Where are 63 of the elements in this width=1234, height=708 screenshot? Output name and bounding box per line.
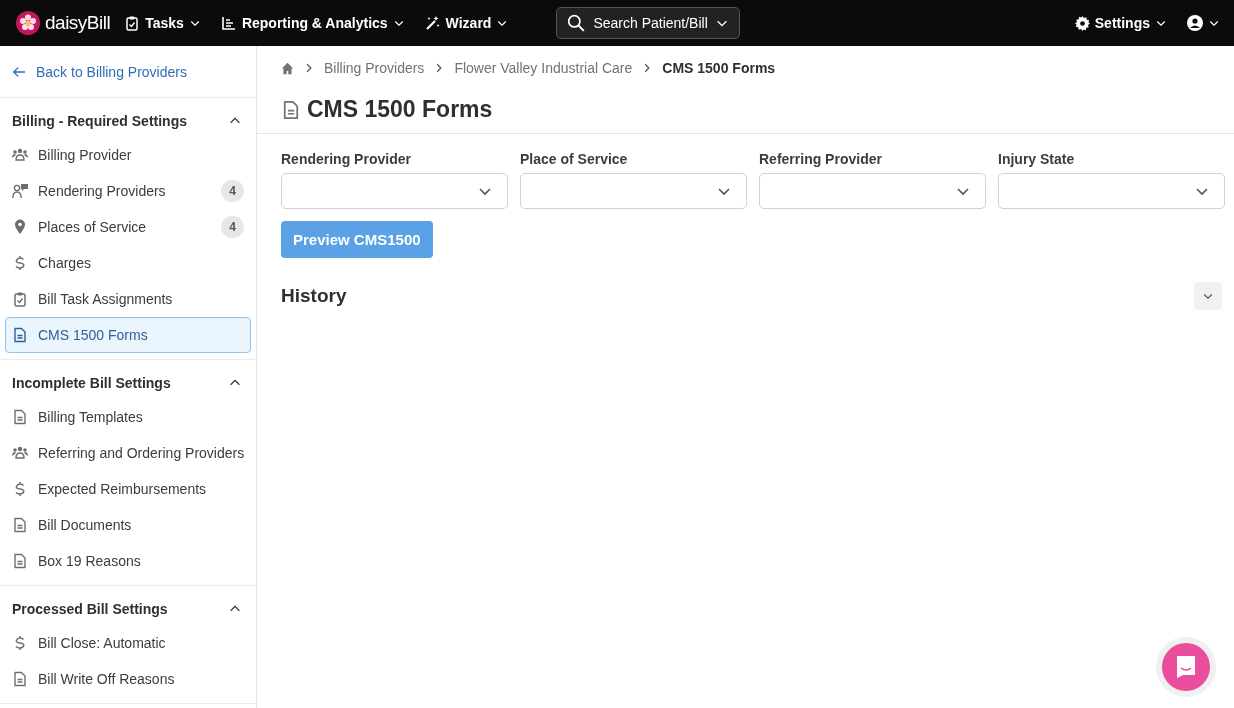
count-badge: 4 [221,180,244,202]
back-link[interactable]: Back to Billing Providers [0,46,256,98]
settings-menu[interactable]: Settings [1074,15,1167,31]
dropdown-field[interactable] [520,173,747,209]
sidebar-item[interactable]: Rendering Providers 4 [5,173,251,209]
count-badge: 4 [221,216,244,238]
sidebar-item[interactable]: Billing Templates [5,399,251,435]
document-icon [12,671,28,687]
document-icon [12,517,28,533]
chevron-right-icon [304,63,314,73]
section-header[interactable]: Incomplete Bill Settings [0,360,256,399]
field-label: Injury State [998,151,1076,167]
sidebar-item[interactable]: Places of Service 4 [5,209,251,245]
chat-bubble-icon [1175,655,1197,679]
field-label: Referring Provider [759,151,883,167]
map-pin-icon [12,219,28,235]
breadcrumb-current: CMS 1500 Forms [662,60,776,76]
nav-menu[interactable]: Reporting & Analytics [220,15,405,31]
field-label: Place of Service [520,151,629,167]
document-icon [12,553,28,569]
breadcrumb-link[interactable]: Flower Valley Industrial Care [454,60,633,76]
nav-menu[interactable]: Tasks [124,15,201,31]
magic-wand-icon [424,15,441,31]
page-title: CMS 1500 Forms [307,96,493,123]
arrow-left-icon [12,65,26,79]
expand-button[interactable] [1194,282,1222,310]
search-icon [567,14,586,32]
dropdown-field[interactable] [759,173,986,209]
section-header[interactable]: Billing - Required Settings [0,98,256,137]
sidebar-item[interactable]: Bill Task Assignments [5,281,251,317]
people-icon [12,147,28,163]
clipboard-icon [12,291,28,307]
sidebar-item[interactable]: Billing Provider [5,137,251,173]
user-avatar-icon [1187,15,1203,31]
sidebar-item[interactable]: Bill Documents [5,507,251,543]
search-input[interactable]: Search Patient/Bill [593,15,708,31]
daisybill-logo[interactable]: daisyBill [16,11,111,35]
flower-icon [16,11,40,35]
person-speech-icon [12,183,28,199]
section-header[interactable]: Processed Bill Settings [0,586,256,625]
home-icon [281,61,294,75]
document-icon [12,327,28,343]
sidebar-item[interactable]: Bill Write Off Reasons [5,661,251,697]
sidebar-item[interactable]: Charges [5,245,251,281]
search-bar[interactable]: Search Patient/Bill [556,7,741,39]
dropdown-field[interactable] [998,173,1225,209]
sidebar-item[interactable]: Box 19 Reasons [5,543,251,579]
breadcrumb-link[interactable]: Billing Providers [324,60,425,76]
sidebar-item[interactable]: Expected Reimbursements [5,471,251,507]
bar-chart-icon [220,15,237,31]
clipboard-icon [124,15,141,31]
document-icon [281,99,301,120]
sidebar-item[interactable]: Referring and Ordering Providers [5,435,251,471]
people-icon [12,445,28,461]
nav-menu[interactable]: Wizard [424,15,509,31]
gear-icon [1074,15,1090,31]
sidebar-item[interactable]: CMS 1500 Forms [5,317,251,353]
dropdown-field[interactable] [281,173,508,209]
sidebar-item[interactable]: Bill Close: Automatic [5,625,251,661]
account-menu[interactable] [1187,15,1220,31]
document-icon [12,409,28,425]
section-title: History [281,285,347,307]
field-label: Rendering Provider [281,151,412,167]
